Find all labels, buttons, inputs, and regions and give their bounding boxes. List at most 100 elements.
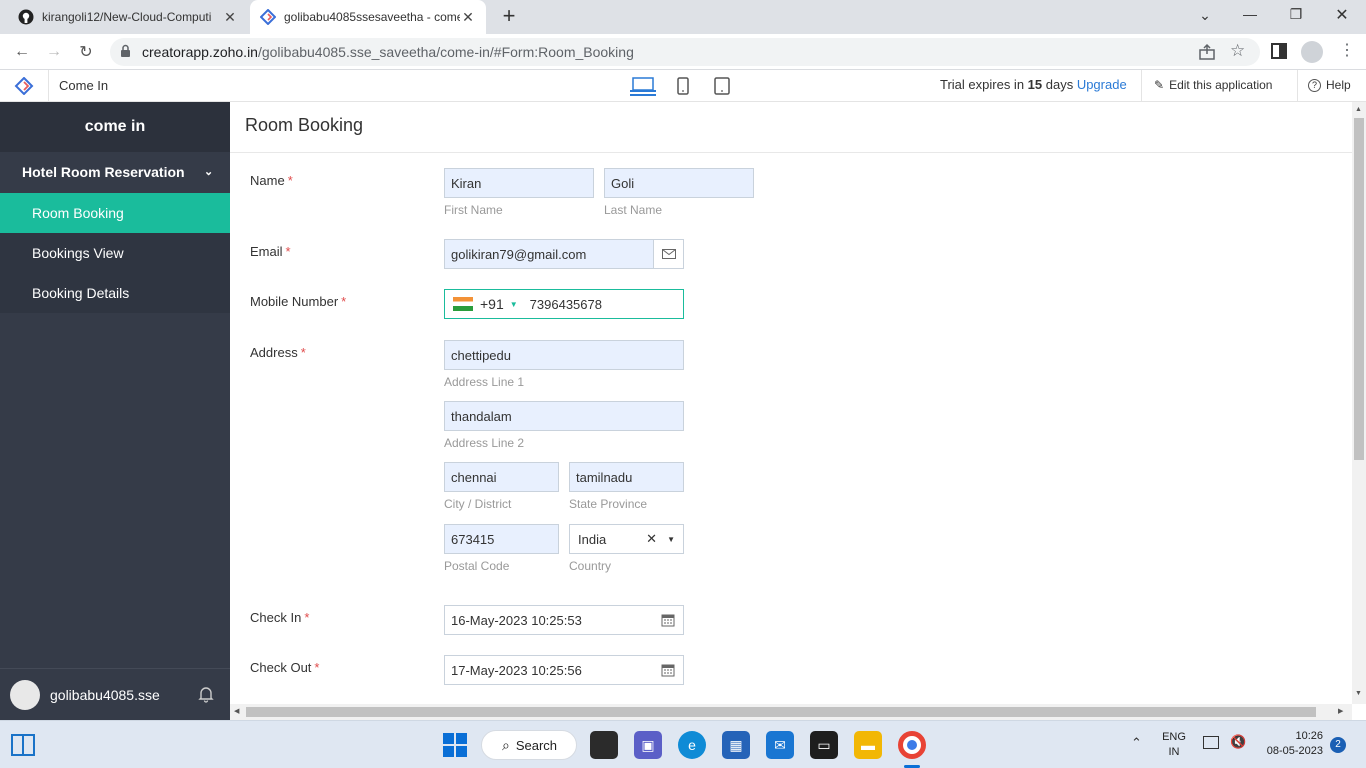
user-name[interactable]: golibabu4085.sse	[50, 687, 160, 703]
browser-tab-github[interactable]: kirangoli12/New-Cloud-Computi ✕	[8, 0, 248, 34]
sidebar-section-hotel-room-reservation[interactable]: Hotel Room Reservation ⌄	[0, 152, 230, 192]
last-name-hint: Last Name	[604, 203, 663, 217]
sidebar-item-booking-details[interactable]: Booking Details	[0, 273, 230, 313]
calendar-icon[interactable]	[661, 613, 675, 627]
last-name-field[interactable]: Goli	[604, 168, 754, 198]
scroll-right-arrow-icon[interactable]: ▶	[1338, 707, 1343, 715]
bookmark-star-icon[interactable]: ☆	[1230, 41, 1250, 61]
chevron-up-icon[interactable]: ⌃	[1131, 735, 1142, 751]
close-tab-icon[interactable]: ✕	[222, 9, 238, 26]
lock-icon	[120, 44, 132, 58]
tablet-view-icon[interactable]	[714, 77, 730, 95]
language-indicator[interactable]: ENG IN	[1162, 730, 1186, 760]
help-button[interactable]: ? Help	[1308, 78, 1351, 92]
name-label: Name *	[250, 173, 293, 188]
sidebar-user-bar: golibabu4085.sse	[0, 668, 230, 720]
file-explorer-icon[interactable]: ▬	[854, 731, 882, 759]
city-field[interactable]: chennai	[444, 462, 559, 492]
caret-down-icon[interactable]: ▼	[667, 535, 675, 544]
calendar-icon[interactable]	[661, 663, 675, 677]
windows-start-icon[interactable]	[443, 733, 467, 757]
scroll-left-arrow-icon[interactable]: ◀	[234, 707, 239, 715]
back-arrow-icon[interactable]: ←	[12, 42, 32, 62]
upgrade-link[interactable]: Upgrade	[1077, 77, 1127, 92]
dial-code[interactable]: +91	[480, 296, 504, 312]
check-in-field[interactable]: 16-May-2023 10:25:53	[444, 605, 684, 635]
email-label: Email *	[250, 244, 291, 259]
state-field[interactable]: tamilnadu	[569, 462, 684, 492]
mail-icon[interactable]: ✉	[766, 731, 794, 759]
close-window-button[interactable]: ✕	[1332, 5, 1352, 25]
sidebar-item-label: Booking Details	[32, 285, 130, 301]
check-in-label: Check In *	[250, 610, 309, 625]
side-panel-icon[interactable]	[1271, 43, 1287, 59]
india-flag-icon	[453, 297, 473, 311]
country-select[interactable]: India ✕ ▼	[569, 524, 684, 554]
scroll-up-arrow-icon[interactable]: ▲	[1355, 106, 1362, 113]
volume-muted-icon[interactable]: 🔇	[1230, 734, 1246, 750]
email-label-text: Email	[250, 244, 283, 259]
sidebar-item-bookings-view[interactable]: Bookings View	[0, 233, 230, 273]
share-icon[interactable]	[1198, 43, 1216, 61]
teams-chat-icon[interactable]: ▣	[634, 731, 662, 759]
check-out-field[interactable]: 17-May-2023 10:25:56	[444, 655, 684, 685]
scroll-down-arrow-icon[interactable]: ▼	[1355, 690, 1362, 697]
forward-arrow-icon[interactable]: →	[44, 42, 64, 62]
desktop-widget-icon[interactable]	[11, 734, 35, 756]
browser-tab-zoho[interactable]: golibabu4085ssesaveetha - come ✕	[250, 0, 486, 34]
check-out-label: Check Out *	[250, 660, 319, 675]
address-line1-field[interactable]: chettipedu	[444, 340, 684, 370]
profile-avatar-icon[interactable]	[1301, 41, 1323, 63]
postal-code-field[interactable]: 673415	[444, 524, 559, 554]
language-code: ENG	[1162, 731, 1186, 743]
address-line2-hint: Address Line 2	[444, 436, 525, 450]
close-tab-icon[interactable]: ✕	[460, 9, 476, 26]
horizontal-scrollbar[interactable]: ◀ ▶	[230, 704, 1352, 720]
desktop-view-icon[interactable]	[630, 76, 656, 96]
tab-title: kirangoli12/New-Cloud-Computi	[42, 10, 212, 24]
bell-icon[interactable]	[198, 685, 214, 703]
avatar[interactable]	[10, 679, 40, 710]
browser-menu-icon[interactable]: ⋮	[1339, 40, 1355, 60]
edge-browser-icon[interactable]: e	[678, 731, 706, 759]
email-icon	[653, 239, 684, 269]
zoho-creator-logo-icon[interactable]	[14, 76, 34, 96]
sidebar: come in Hotel Room Reservation ⌄ Room Bo…	[0, 102, 230, 720]
mobile-number-value[interactable]: 7396435678	[530, 297, 602, 312]
task-view-icon[interactable]	[590, 731, 618, 759]
terminal-icon[interactable]: ▭	[810, 731, 838, 759]
clock[interactable]: 10:26 08-05-2023	[1256, 729, 1323, 759]
edit-application-button[interactable]: ✎ Edit this application	[1154, 78, 1272, 92]
address-bar[interactable]: creatorapp.zoho.in /golibabu4085.sse_sav…	[110, 38, 1260, 66]
vertical-scroll-thumb[interactable]	[1354, 118, 1364, 460]
horizontal-scroll-thumb[interactable]	[246, 707, 1316, 717]
required-marker: *	[300, 345, 306, 360]
mobile-number-field[interactable]: +91 ▼ 7396435678	[444, 289, 684, 319]
tab-search-icon[interactable]: ⌄	[1196, 7, 1214, 24]
clear-icon[interactable]: ✕	[646, 531, 657, 547]
reload-icon[interactable]: ↻	[76, 42, 96, 62]
vertical-scrollbar[interactable]: ▲ ▼	[1352, 102, 1366, 704]
sidebar-item-room-booking[interactable]: Room Booking	[0, 193, 230, 233]
notification-badge[interactable]: 2	[1330, 737, 1346, 753]
store-icon[interactable]: ▦	[722, 731, 750, 759]
mobile-view-icon[interactable]	[677, 77, 689, 95]
form-area: Room Booking Name * Kiran First Name Goli…	[230, 102, 1352, 704]
trial-suffix: days	[1042, 77, 1077, 92]
first-name-hint: First Name	[444, 203, 503, 217]
address-line2-field[interactable]: thandalam	[444, 401, 684, 431]
restore-button[interactable]: ❐	[1286, 6, 1306, 23]
network-icon[interactable]	[1203, 736, 1219, 749]
new-tab-button[interactable]: +	[498, 5, 520, 28]
first-name-field[interactable]: Kiran	[444, 168, 594, 198]
email-field[interactable]: golikiran79@gmail.com	[444, 239, 654, 269]
tab-title: golibabu4085ssesaveetha - come	[284, 10, 460, 24]
chrome-icon[interactable]	[898, 731, 926, 759]
caret-down-icon[interactable]: ▼	[510, 300, 518, 309]
app-header: Come In Trial expires in 15 days Upgrade…	[0, 70, 1366, 102]
mobile-label-text: Mobile Number	[250, 294, 339, 309]
taskbar-search-box[interactable]: ⌕ Search	[481, 730, 577, 760]
minimize-button[interactable]: —	[1240, 6, 1260, 22]
address-label: Address *	[250, 345, 306, 360]
pencil-icon: ✎	[1154, 78, 1165, 92]
